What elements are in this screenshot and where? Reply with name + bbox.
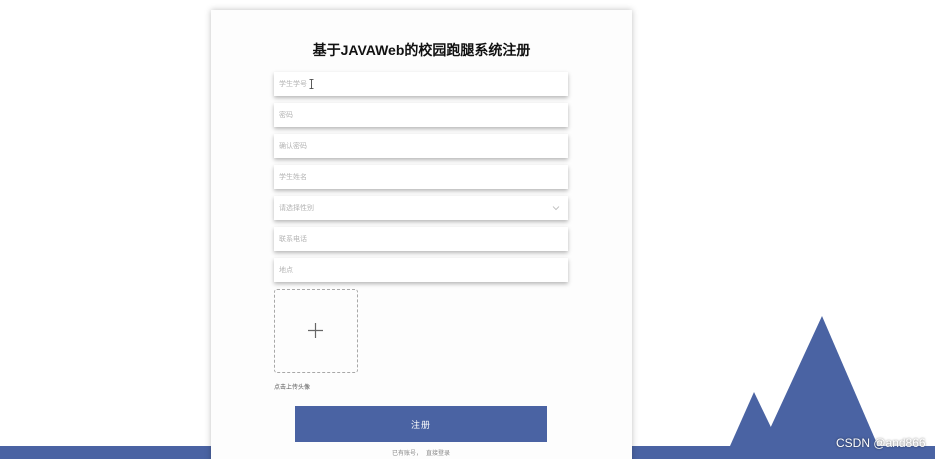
page-title: 基于JAVAWeb的校园跑腿系统注册 — [312, 42, 531, 58]
login-prompt-text: 已有账号， — [392, 451, 423, 457]
register-button[interactable]: 注册 — [295, 406, 547, 442]
phone-placeholder: 联系电话 — [279, 236, 307, 243]
login-prompt: 已有账号， 直接登录 — [392, 448, 454, 457]
text-cursor-icon — [309, 79, 314, 89]
upload-hint: 点击上传头像 — [274, 385, 311, 391]
confirm-password-input[interactable]: 确认密码 — [274, 134, 568, 158]
password-input[interactable]: 密码 — [274, 103, 568, 127]
location-input[interactable]: 地点 — [274, 258, 568, 282]
password-placeholder: 密码 — [279, 112, 293, 119]
student-name-input[interactable]: 学生姓名 — [274, 165, 568, 189]
gender-placeholder: 请选择性别 — [279, 205, 314, 212]
register-card: 基于JAVAWeb的校园跑腿系统注册 学生学号 密码 确认密码 学生姓名 请选择… — [211, 10, 632, 459]
chevron-down-icon — [552, 206, 560, 211]
student-id-placeholder: 学生学号 — [279, 81, 307, 88]
gender-select[interactable]: 请选择性别 — [274, 196, 568, 220]
location-placeholder: 地点 — [279, 267, 293, 274]
login-link[interactable]: 直接登录 — [426, 451, 450, 457]
avatar-upload[interactable] — [274, 289, 358, 373]
student-name-placeholder: 学生姓名 — [279, 174, 307, 181]
plus-icon — [308, 323, 323, 338]
student-id-input[interactable]: 学生学号 — [274, 72, 568, 96]
watermark: CSDN @and866 — [836, 436, 926, 450]
register-page: 基于JAVAWeb的校园跑腿系统注册 学生学号 密码 确认密码 学生姓名 请选择… — [0, 0, 935, 459]
phone-input[interactable]: 联系电话 — [274, 227, 568, 251]
confirm-password-placeholder: 确认密码 — [279, 143, 307, 150]
